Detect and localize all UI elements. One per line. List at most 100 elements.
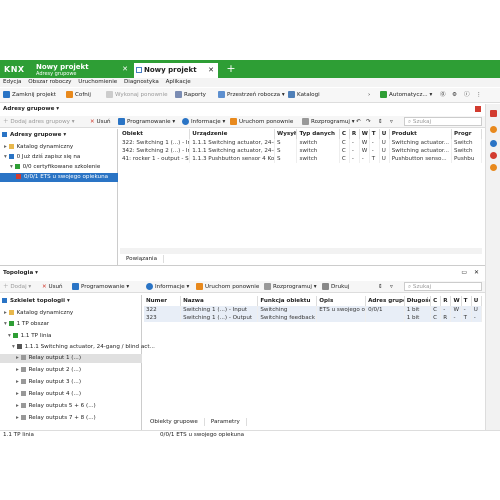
add-tab-button[interactable]: + xyxy=(224,62,238,76)
close-icon[interactable]: ✕ xyxy=(122,65,128,73)
info-button[interactable]: Informacje ▾ xyxy=(146,283,189,292)
help-icon[interactable]: ⓪ xyxy=(440,91,446,100)
delete-button[interactable]: ✕ Usuń xyxy=(42,283,63,292)
reprogram-button[interactable]: Rozprogramuj ▾ xyxy=(302,118,355,127)
undo-icon[interactable]: ↶ xyxy=(356,118,361,127)
close-icon[interactable] xyxy=(490,110,497,117)
programming-button[interactable]: Programowanie ▾ xyxy=(72,283,129,292)
column-header[interactable]: Progr xyxy=(451,129,482,139)
column-header[interactable]: Funkcja obiektu xyxy=(257,296,318,306)
column-header[interactable]: C xyxy=(339,129,350,139)
reports-button[interactable]: Raporty xyxy=(175,91,206,100)
expand-icon[interactable]: ⇕ xyxy=(378,283,383,292)
tree-item-middle-group[interactable]: ▾ 0/0 certyfikowane szkolenie xyxy=(10,163,100,172)
tab-project-group-addresses[interactable]: Nowy projekt Adresy grupowe ✕ xyxy=(32,62,132,78)
project-icon xyxy=(136,67,142,73)
tree-item-relay-output[interactable]: ▸ Relay output 4 (...) xyxy=(16,390,81,399)
restart-button[interactable]: Uruchom ponownie xyxy=(196,283,259,292)
chevron-right-icon[interactable]: › xyxy=(368,91,370,100)
column-header[interactable]: U xyxy=(471,296,483,306)
column-header[interactable]: Wysyłaj xyxy=(274,129,298,139)
column-header[interactable]: U xyxy=(379,129,390,139)
tree-item-device[interactable]: ▾ 1.1.1 Switching actuator, 24-gang / bl… xyxy=(12,343,155,352)
column-header[interactable]: C xyxy=(430,296,442,306)
more-icon[interactable]: ⋮ xyxy=(476,91,482,100)
tab-project-active[interactable]: Nowy projekt ✕ xyxy=(134,63,218,78)
table-row[interactable]: 323 Switching 1 (...) - Output Switching f… xyxy=(144,314,483,322)
automatic-dropdown[interactable]: Automatycz... ▾ xyxy=(380,91,432,100)
redo-icon[interactable]: ↷ xyxy=(366,118,371,127)
tree-item-line[interactable]: ▾ 1.1 TP linia xyxy=(8,332,51,341)
column-header[interactable]: Produkt xyxy=(389,129,453,139)
maximize-icon[interactable]: ▭ xyxy=(461,269,467,276)
table-row[interactable]: 322: Switching 1 (...) - Input - Switchi… xyxy=(120,139,482,147)
table-row[interactable]: 322 Switching 1 (...) - Input Switching ETS… xyxy=(144,306,483,314)
properties-icon[interactable] xyxy=(490,140,497,147)
bookmark-icon[interactable] xyxy=(490,126,497,133)
tree-item-relay-output[interactable]: ▸ Relay outputs 7 + 8 (...) xyxy=(16,414,96,423)
expand-icon[interactable]: ⇕ xyxy=(378,118,383,127)
column-header[interactable]: Długość xyxy=(404,296,432,306)
column-header[interactable]: T xyxy=(461,296,472,306)
settings-icon[interactable]: ⚙ xyxy=(452,91,457,100)
menu-apps[interactable]: Aplikacje xyxy=(166,79,191,85)
close-icon[interactable]: ✕ xyxy=(474,269,479,276)
programming-button[interactable]: Programowanie ▾ xyxy=(118,118,175,127)
filter-icon[interactable]: ▿ xyxy=(390,118,393,127)
diagnostics-icon[interactable] xyxy=(490,164,497,171)
tree-item-relay-output[interactable]: ▸ Relay output 2 (...) xyxy=(16,366,81,375)
tree-item-relay-output[interactable]: ▸ Relay outputs 5 + 6 (...) xyxy=(16,402,96,411)
menu-commissioning[interactable]: Uruchomienie xyxy=(78,79,117,85)
tree-item-main-group[interactable]: ▾ 0 Już dziś zapisz się na xyxy=(4,153,80,162)
workspace-button[interactable]: Przestrzeń robocza ▾ xyxy=(218,91,285,100)
tab-parameters[interactable]: Parametry xyxy=(205,418,247,426)
catalogs-button[interactable]: Katalogi xyxy=(288,91,320,100)
tree-item-relay-output-1-selected[interactable]: ▸ Relay output 1 (...) xyxy=(0,354,142,363)
column-header[interactable]: Opis xyxy=(316,296,367,306)
column-header[interactable]: W xyxy=(359,129,370,139)
redo-button[interactable]: Wykonaj ponownie xyxy=(106,91,168,100)
column-header[interactable]: Adres grupowy xyxy=(365,296,405,306)
tree-item-group-address-selected[interactable]: 0/0/1 ETS u swojego opiekuna xyxy=(0,173,118,182)
panel-title[interactable]: Topologia ▾ xyxy=(0,268,485,280)
todo-icon[interactable] xyxy=(490,152,497,159)
column-header[interactable]: T xyxy=(369,129,380,139)
panel-title[interactable]: Adresy grupowe ▾ xyxy=(0,104,485,116)
tree-item-dynamic-catalog[interactable]: ▸ Katalog dynamiczny xyxy=(4,309,73,318)
restart-button[interactable]: Uruchom ponownie xyxy=(230,118,293,127)
print-button[interactable]: Drukuj xyxy=(322,283,349,292)
close-icon[interactable]: ✕ xyxy=(208,66,214,74)
horizontal-scrollbar[interactable] xyxy=(120,248,482,254)
close-icon[interactable] xyxy=(475,106,481,112)
table-row[interactable]: 41: rocker 1 - output - Switching1.1.3 P… xyxy=(120,155,482,163)
tree-item-area[interactable]: ▾ 1 TP obszar xyxy=(4,320,49,329)
column-header[interactable]: Numer xyxy=(144,296,182,306)
column-header[interactable]: R xyxy=(349,129,360,139)
table-row[interactable]: 342: Switching 2 (...) - Input - Switchi… xyxy=(120,147,482,155)
info-icon[interactable]: ⓘ xyxy=(464,91,470,100)
search-input[interactable]: ⌕ Szukaj xyxy=(404,117,482,126)
reprogram-button[interactable]: Rozprogramuj ▾ xyxy=(264,283,317,292)
tree-item-relay-output[interactable]: ▸ Relay output 3 (...) xyxy=(16,378,81,387)
menu-edit[interactable]: Edycja xyxy=(3,79,21,85)
menu-workspace[interactable]: Obszar roboczy xyxy=(28,79,71,85)
info-button[interactable]: Informacje ▾ xyxy=(182,118,225,127)
tab-group-objects[interactable]: Obiekty grupowe xyxy=(144,418,205,426)
tab-subtitle: Adresy grupowe xyxy=(36,71,77,77)
column-header[interactable]: W xyxy=(450,296,462,306)
column-header[interactable]: Obiekt xyxy=(120,129,191,139)
column-header[interactable]: Typ danych xyxy=(296,129,340,139)
menu-diagnostics[interactable]: Diagnostyka xyxy=(124,79,159,85)
column-header[interactable]: Nazwa xyxy=(180,296,259,306)
delete-button[interactable]: ✕ Usuń xyxy=(90,118,111,127)
search-input[interactable]: ⌕ Szukaj xyxy=(404,282,482,291)
column-header[interactable]: Urządzenie xyxy=(189,129,276,139)
add-button[interactable]: ＋ Dodaj ▾ xyxy=(3,283,31,292)
add-group-address-button[interactable]: ＋ Dodaj adres grupowy ▾ xyxy=(3,118,75,127)
close-project-button[interactable]: Zamknij projekt xyxy=(3,91,56,100)
tab-links[interactable]: Powiązania xyxy=(120,255,165,263)
filter-icon[interactable]: ▿ xyxy=(390,283,393,292)
tree-item-dynamic-catalog[interactable]: ▸ Katalog dynamiczny xyxy=(4,143,73,152)
undo-button[interactable]: Cofnij xyxy=(66,91,91,100)
column-header[interactable]: R xyxy=(440,296,452,306)
